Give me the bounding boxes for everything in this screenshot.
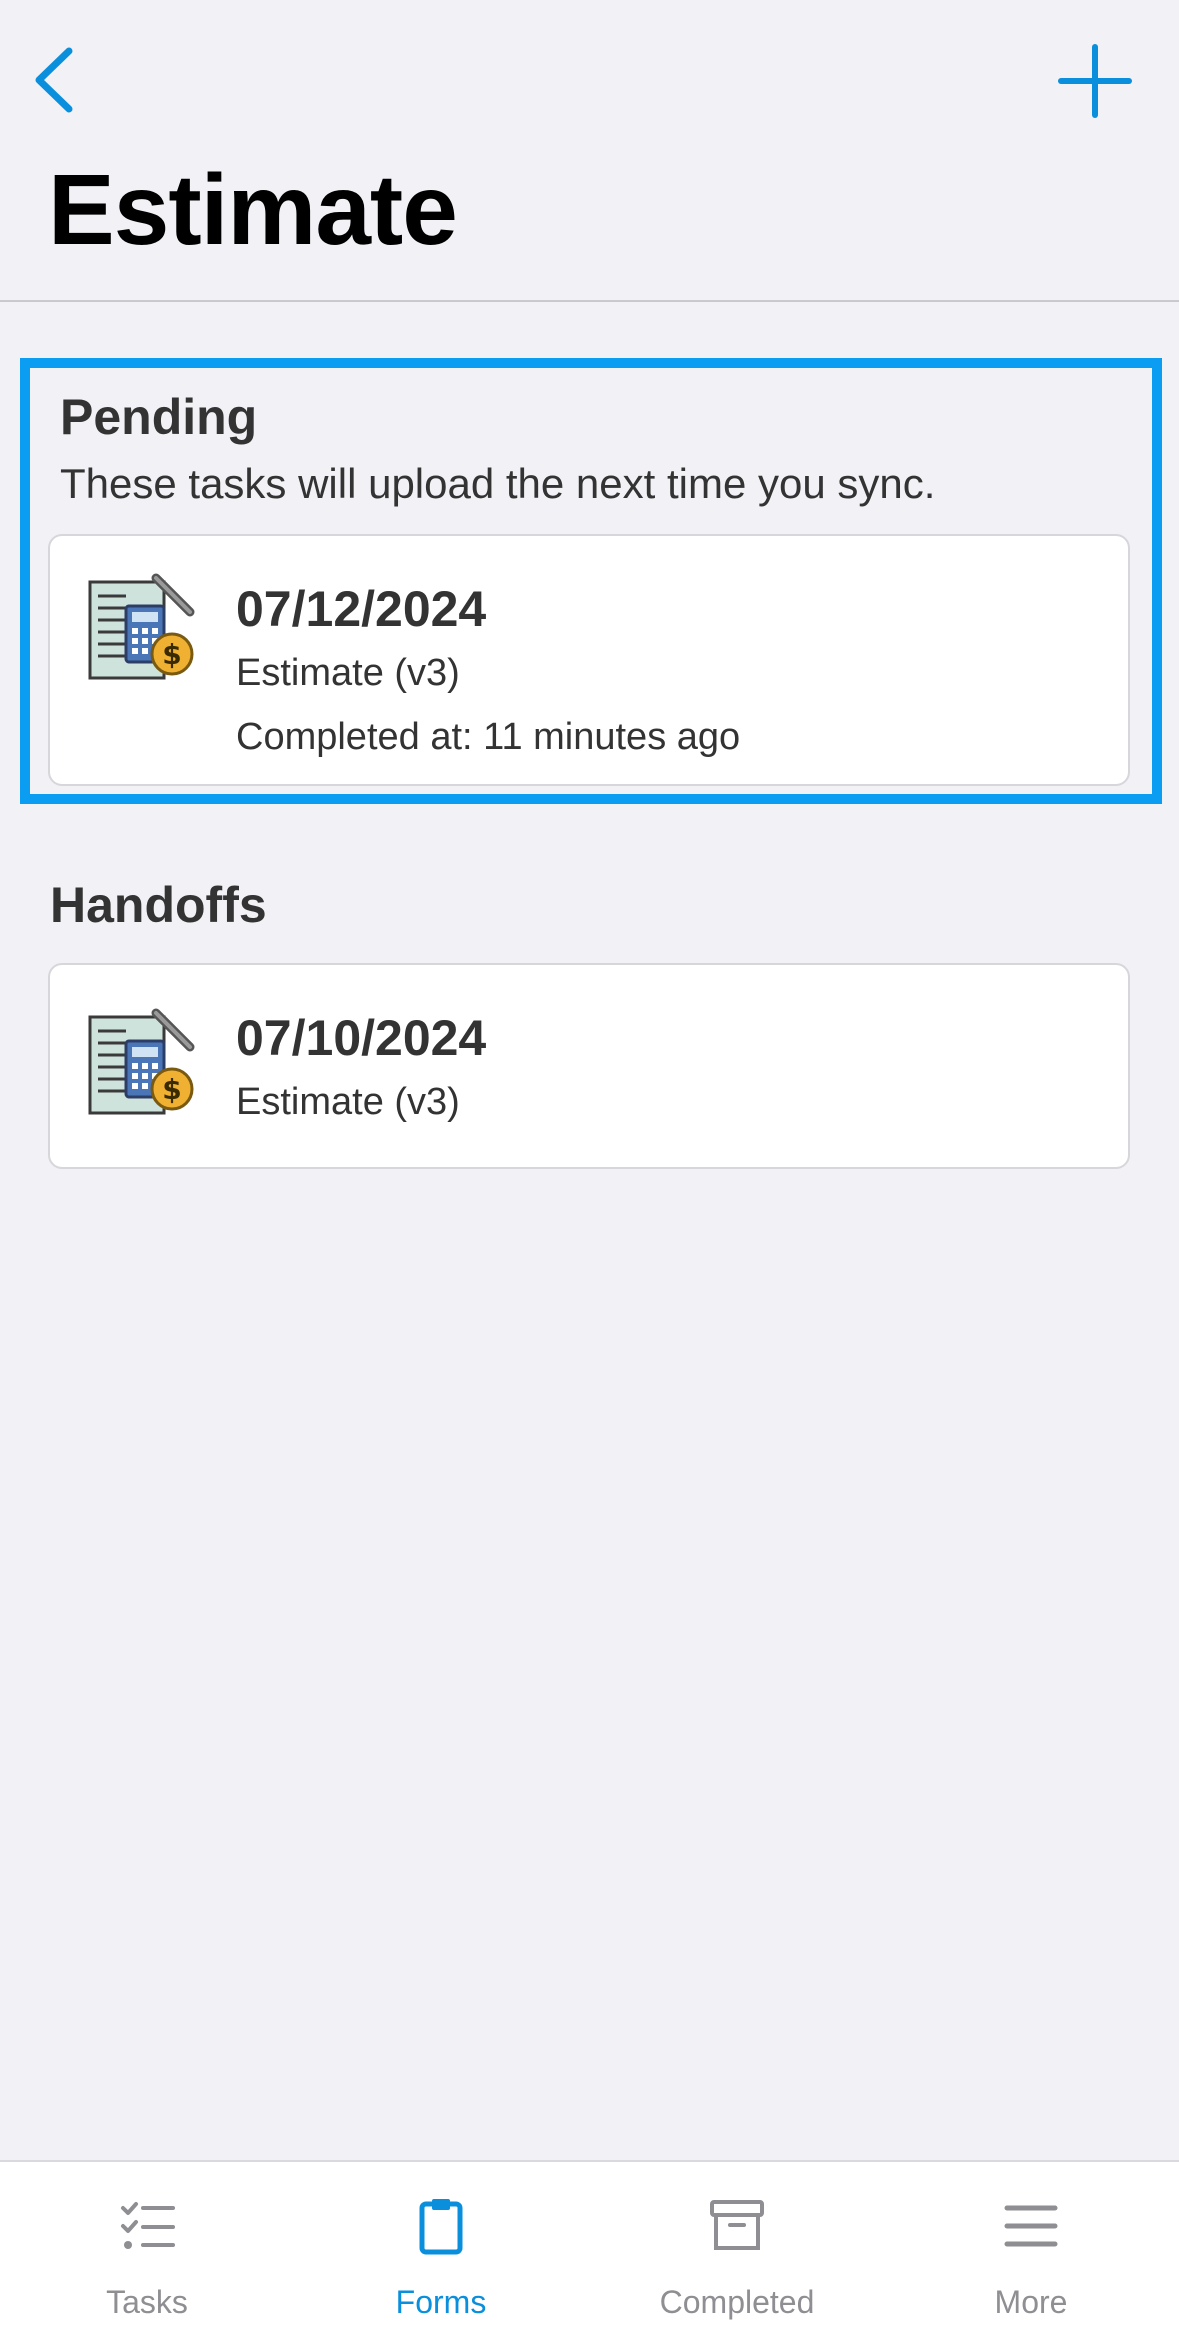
tab-completed[interactable]: Completed xyxy=(590,2162,884,2348)
calculator-estimate-icon: $ xyxy=(88,1008,195,1115)
tab-label: Tasks xyxy=(106,2284,188,2320)
pending-section: Pending These tasks will upload the next… xyxy=(20,358,1162,804)
estimate-screen: Estimate Pending These tasks will upload… xyxy=(0,0,1179,2348)
archive-box-icon xyxy=(710,2200,764,2250)
tab-bar: Tasks Forms Completed More xyxy=(0,2160,1179,2348)
svg-text:$: $ xyxy=(162,1073,181,1106)
card-form-name: Estimate (v3) xyxy=(236,1081,460,1123)
card-completed-time: Completed at: 11 minutes ago xyxy=(236,716,741,758)
pending-task-card[interactable]: $ 07/12/2024 Estimate (v3) Completed at:… xyxy=(48,534,1130,786)
card-date: 07/10/2024 xyxy=(236,1010,487,1066)
handoffs-section-title: Handoffs xyxy=(50,877,267,933)
card-date: 07/12/2024 xyxy=(236,581,487,637)
add-button[interactable] xyxy=(1050,36,1140,126)
tab-label: Completed xyxy=(659,2284,815,2320)
tab-tasks[interactable]: Tasks xyxy=(0,2162,294,2348)
menu-icon xyxy=(1004,2205,1058,2247)
checklist-icon xyxy=(121,2202,175,2249)
calculator-estimate-icon: $ xyxy=(88,573,195,680)
tab-label: Forms xyxy=(395,2284,487,2320)
page-title: Estimate xyxy=(48,154,458,266)
tab-more[interactable]: More xyxy=(884,2162,1178,2348)
back-button[interactable] xyxy=(18,40,88,120)
card-form-name: Estimate (v3) xyxy=(236,652,460,694)
svg-text:$: $ xyxy=(162,638,181,671)
chevron-left-icon xyxy=(35,47,73,113)
tab-forms[interactable]: Forms xyxy=(294,2162,588,2348)
nav-header: Estimate xyxy=(0,0,1179,302)
plus-icon xyxy=(1058,44,1132,118)
clipboard-icon xyxy=(419,2199,463,2255)
pending-section-subtitle: These tasks will upload the next time yo… xyxy=(60,460,936,507)
tab-label: More xyxy=(994,2284,1068,2320)
pending-section-title: Pending xyxy=(60,389,258,445)
handoff-task-card[interactable]: $ 07/10/2024 Estimate (v3) xyxy=(48,963,1130,1169)
